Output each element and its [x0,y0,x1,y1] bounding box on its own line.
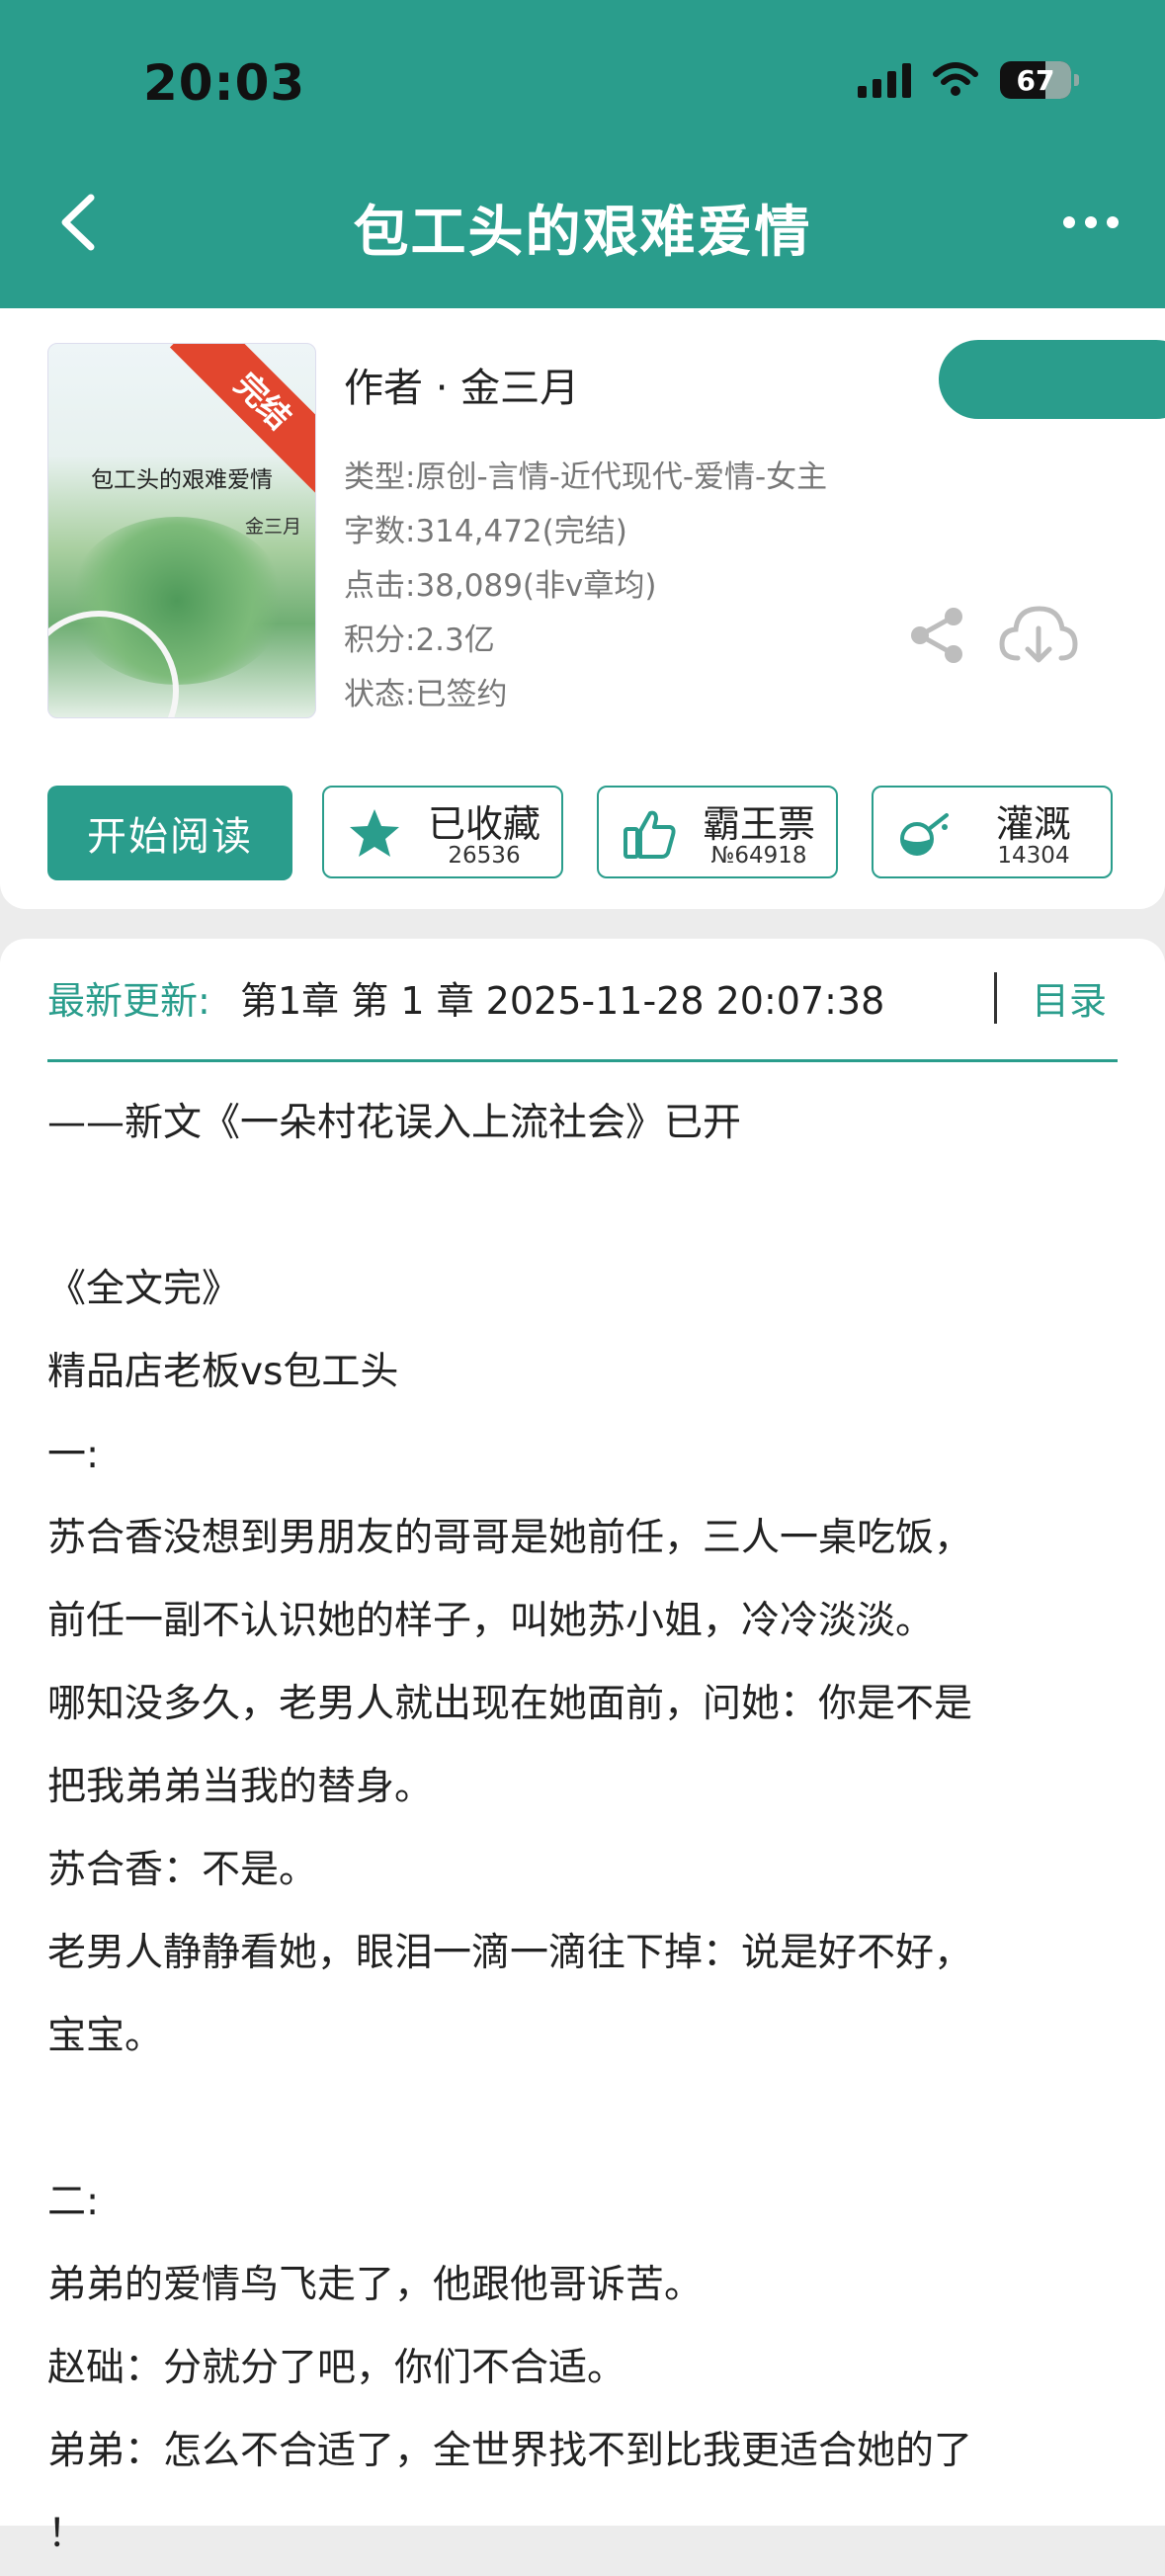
status-time: 20:03 [143,54,306,112]
start-reading-button[interactable]: 开始阅读 [47,786,292,880]
irrigate-button[interactable]: 灌溉 14304 [872,786,1113,878]
watering-can-icon [900,813,949,856]
favorite-button[interactable]: 已收藏 26536 [322,786,563,878]
follow-author-button[interactable] [939,340,1165,419]
description-line: 赵础：分就分了吧，你们不合适。 [47,2346,626,2390]
overlord-ticket-label: 霸王票 [702,802,815,846]
description-line: 弟弟：怎么不合适了，全世界找不到比我更适合她的了 [47,2429,973,2473]
overlord-ticket-rank: №64918 [710,843,807,869]
meta-word-count: 字数:314,472(完结) [344,514,627,549]
wifi-icon [933,62,978,96]
book-cover[interactable]: 完结 包工头的艰难爱情 金三月 [47,343,316,718]
page-title: 包工头的艰难爱情 [353,201,812,265]
author-link[interactable]: 作者 · 金三月 [344,356,579,413]
divider [994,972,997,1024]
meta-clicks: 点击:38,089(非v章均) [344,568,657,604]
meta-points: 积分:2.3亿 [344,623,495,658]
irrigate-count: 14304 [997,843,1070,869]
description-line: 苏合香没想到男朋友的哥哥是她前任，三人一桌吃饭， [47,1516,973,1560]
latest-chapter-link[interactable]: 第1章 第 1 章 2025-11-28 20:07:38 [240,970,884,1025]
download-cloud-icon[interactable] [998,603,1079,668]
description-line: ——新文《一朵村花误入上流社会》已开 [47,1101,742,1145]
description-line: 把我弟弟当我的替身。 [47,1765,434,1809]
battery-level: 67 [1016,63,1055,97]
thumbs-up-icon [624,810,676,859]
description-line: 苏合香：不是。 [47,1848,318,1892]
overlord-ticket-button[interactable]: 霸王票 №64918 [597,786,838,878]
table-of-contents-link[interactable]: 目录 [1032,970,1107,1025]
book-info-card: 完结 包工头的艰难爱情 金三月 作者 · 金三月 类型:原创-言情-近代现代-爱… [0,308,1165,909]
description-line: 弟弟的爱情鸟飞走了，他跟他哥诉苦。 [47,2263,704,2307]
favorite-label: 已收藏 [427,802,541,846]
description-line: ！ [47,2512,87,2556]
share-icon[interactable] [907,605,968,666]
description-line [47,1165,1134,1248]
description-line: 老男人静静看她，眼泪一滴一滴往下掉：说是好不好， [47,1931,973,1975]
app-header: 20:03 67 包工头的艰难爱情 [0,0,1165,308]
meta-status: 状态:已签约 [344,677,508,712]
book-description: ——新文《一朵村花误入上流社会》已开 《全文完》 精品店老板vs包工头 一: 苏… [47,1082,1134,2576]
description-line: 《全文完》 [47,1267,241,1311]
status-icons: 67 [858,61,1079,99]
cover-title: 包工头的艰难爱情 [91,467,273,493]
description-line: 一: [47,1433,100,1477]
cover-author: 金三月 [244,516,301,538]
favorite-count: 26536 [448,843,521,869]
meta-genre: 类型:原创-言情-近代现代-爱情-女主 [344,459,828,495]
more-options-icon[interactable] [1056,203,1125,242]
latest-update-label: 最新更新: [47,979,210,1023]
latest-update-row[interactable]: 最新更新: 第1章 第 1 章 2025-11-28 20:07:38 目录 [47,970,1118,1062]
description-line: 前任一副不认识她的样子，叫她苏小姐，冷冷淡淡。 [47,1599,935,1643]
description-line: 精品店老板vs包工头 [47,1350,399,1394]
cellular-signal-icon [858,62,911,98]
description-line: 宝宝。 [47,2014,164,2058]
description-line: 哪知没多久，老男人就出现在她面前，问她：你是不是 [47,1682,973,1726]
battery-icon: 67 [1000,61,1079,99]
book-description-card: 最新更新: 第1章 第 1 章 2025-11-28 20:07:38 目录 —… [0,939,1165,2556]
star-icon [350,809,399,857]
description-line [47,2078,1134,2161]
description-line: 二: [47,2180,100,2224]
irrigate-label: 灌溉 [995,802,1071,846]
